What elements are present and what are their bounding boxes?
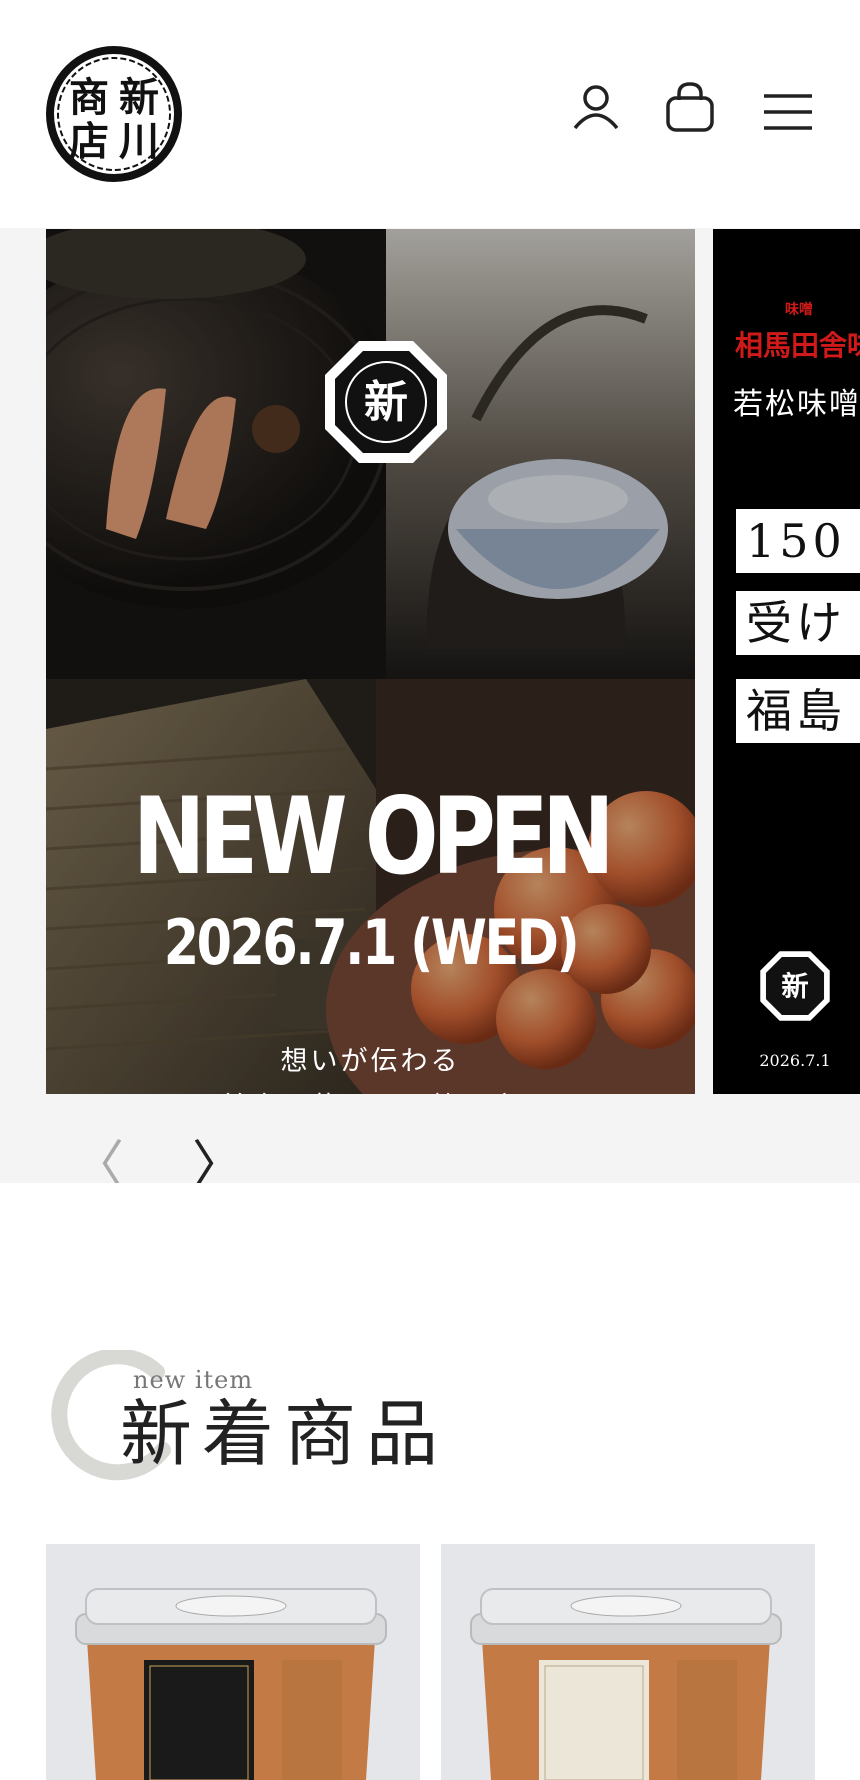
cart-icon[interactable]	[663, 80, 717, 134]
product-image	[441, 1544, 815, 1780]
new-badge-icon: 新	[325, 341, 447, 463]
slide-tagline: 美食と暮らしの銘品店	[46, 1085, 695, 1094]
product-card[interactable]	[46, 1544, 420, 1780]
logo-char: 新	[119, 74, 159, 121]
new-badge-icon: 新	[760, 951, 830, 1021]
slide-title: NEW OPEN	[132, 775, 615, 898]
site-header: 商 新 店 川	[0, 0, 860, 228]
slide-brand-small: 味噌	[785, 302, 813, 318]
badge-char: 新	[364, 377, 408, 428]
slide-box-text: 福島	[736, 679, 860, 743]
section-subtitle: new item	[133, 1366, 254, 1394]
product-image	[46, 1544, 420, 1780]
slide-new-open[interactable]: 新 NEW OPEN 2026.7.1 (WED) 想いが伝わる 美食と暮らしの…	[46, 229, 695, 1094]
account-icon[interactable]	[570, 80, 622, 132]
shop-logo[interactable]: 商 新 店 川	[45, 45, 183, 183]
menu-icon[interactable]	[762, 92, 814, 132]
slide-miso[interactable]: 味噌 相馬田舎味 若松味噌 150 受け 福島 新 2026.7.1	[713, 229, 860, 1094]
logo-char: 店	[69, 118, 109, 165]
logo-char: 商	[69, 74, 109, 121]
slide-date: 2026.7.1 (WED)	[163, 906, 580, 979]
badge-char: 新	[781, 971, 808, 1003]
slide-tagline: 想いが伝わる	[280, 1046, 461, 1077]
slide-brand: 相馬田舎味	[735, 329, 860, 362]
logo-char: 川	[119, 118, 159, 165]
section-title: 新着商品	[120, 1392, 449, 1476]
slide-date: 2026.7.1	[759, 1051, 831, 1070]
slide-box-text: 受け	[736, 591, 860, 655]
product-card[interactable]	[441, 1544, 815, 1780]
slide-subtitle: 若松味噌	[733, 387, 860, 422]
slide-box-text: 150	[736, 509, 860, 573]
